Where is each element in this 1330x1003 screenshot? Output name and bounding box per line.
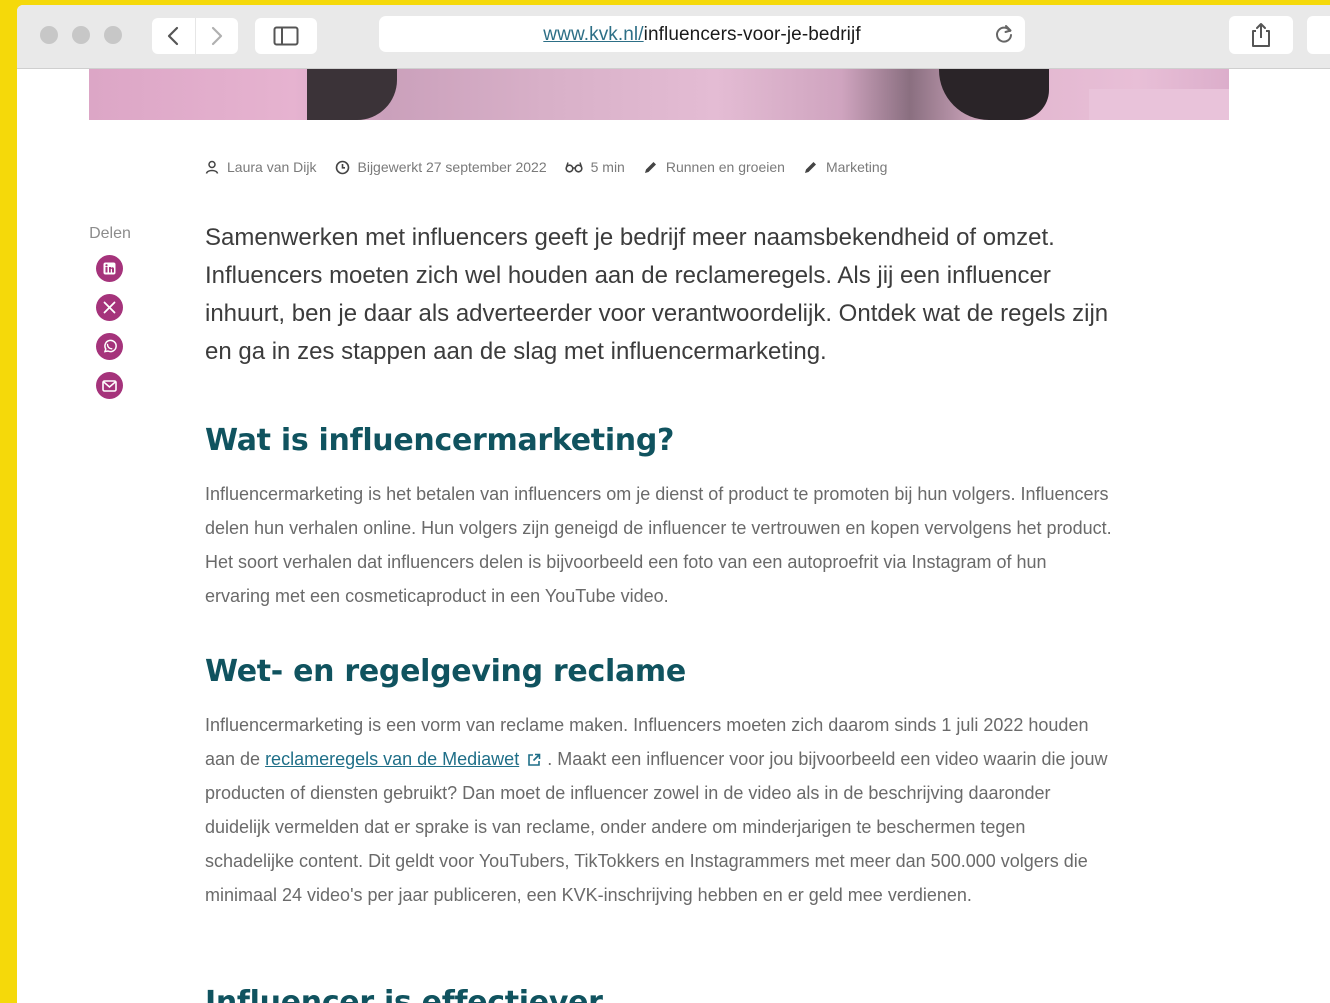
sidebar-toggle-button[interactable] [255,18,317,54]
share-icon [1252,23,1270,47]
address-bar[interactable]: www.kvk.nl/influencers-voor-je-bedrijf [379,16,1025,52]
tab-overview-button[interactable] [1307,16,1330,54]
whatsapp-icon [103,339,117,353]
article-intro-block: Samenwerken met influencers geeft je bed… [205,219,1115,371]
navigation-buttons [152,18,238,54]
browser-window: www.kvk.nl/influencers-voor-je-bedrijf L… [17,5,1330,1003]
zoom-window-button[interactable] [104,26,122,44]
person-icon [205,160,219,174]
share-linkedin-button[interactable] [96,255,123,282]
meta-author: Laura van Dijk [205,159,317,175]
share-column: Delen [87,225,137,399]
sidebar-icon [273,26,299,46]
updated-date: Bijgewerkt 27 september 2022 [357,159,547,175]
reload-icon[interactable] [993,23,1015,45]
paragraph-wat-is: Influencermarketing is het betalen van i… [205,484,1112,606]
share-mail-button[interactable] [96,372,123,399]
external-link-icon [528,753,541,766]
url-text: www.kvk.nl/influencers-voor-je-bedrijf [379,24,1025,46]
share-button[interactable] [1229,16,1293,54]
article-meta: Laura van Dijk Bijgewerkt 27 september 2… [205,155,905,179]
meta-category-2: Marketing [803,159,887,175]
pencil-icon [804,161,816,173]
tabs-icon [1307,16,1330,54]
heading-influencer-effectiever: Influencer is effectiever [205,985,603,1003]
mail-icon [102,379,117,392]
close-window-button[interactable] [40,26,58,44]
meta-updated: Bijgewerkt 27 september 2022 [335,159,547,175]
paragraph-text-after-link: . Maakt een influencer voor jou bijvoorb… [205,749,1108,905]
meta-category-1: Runnen en groeien [643,159,785,175]
share-label: Delen [89,225,131,242]
forward-button[interactable] [194,18,239,54]
back-button[interactable] [152,18,195,54]
linkedin-icon [103,262,116,275]
share-whatsapp-button[interactable] [96,333,123,360]
category-link-marketing[interactable]: Marketing [826,159,887,175]
x-icon [103,301,116,314]
heading-wat-is-influencermarketing: Wat is influencermarketing? [205,423,675,458]
clock-icon [335,160,349,174]
mediawet-link[interactable]: reclameregels van de Mediawet [265,749,519,769]
article-intro: Samenwerken met influencers geeft je bed… [205,224,1109,365]
hero-image [89,69,1229,120]
author-name[interactable]: Laura van Dijk [227,159,317,175]
heading-wet-en-regelgeving: Wet- en regelgeving reclame [205,654,686,689]
meta-read-time: 5 min [565,159,625,175]
paragraph-wet-en-regelgeving: Influencermarketing is een vorm van recl… [205,708,1115,912]
chevron-left-icon [168,26,179,46]
url-path: influencers-voor-je-bedrijf [643,24,861,45]
minimize-window-button[interactable] [72,26,90,44]
reading-glasses-icon [565,162,583,173]
category-link-runnen[interactable]: Runnen en groeien [666,159,785,175]
share-x-button[interactable] [96,294,123,321]
pencil-icon [644,161,656,173]
read-time: 5 min [590,159,625,175]
browser-toolbar: www.kvk.nl/influencers-voor-je-bedrijf [17,5,1330,69]
chevron-right-icon [211,26,222,46]
url-host: www.kvk.nl/ [543,24,644,45]
